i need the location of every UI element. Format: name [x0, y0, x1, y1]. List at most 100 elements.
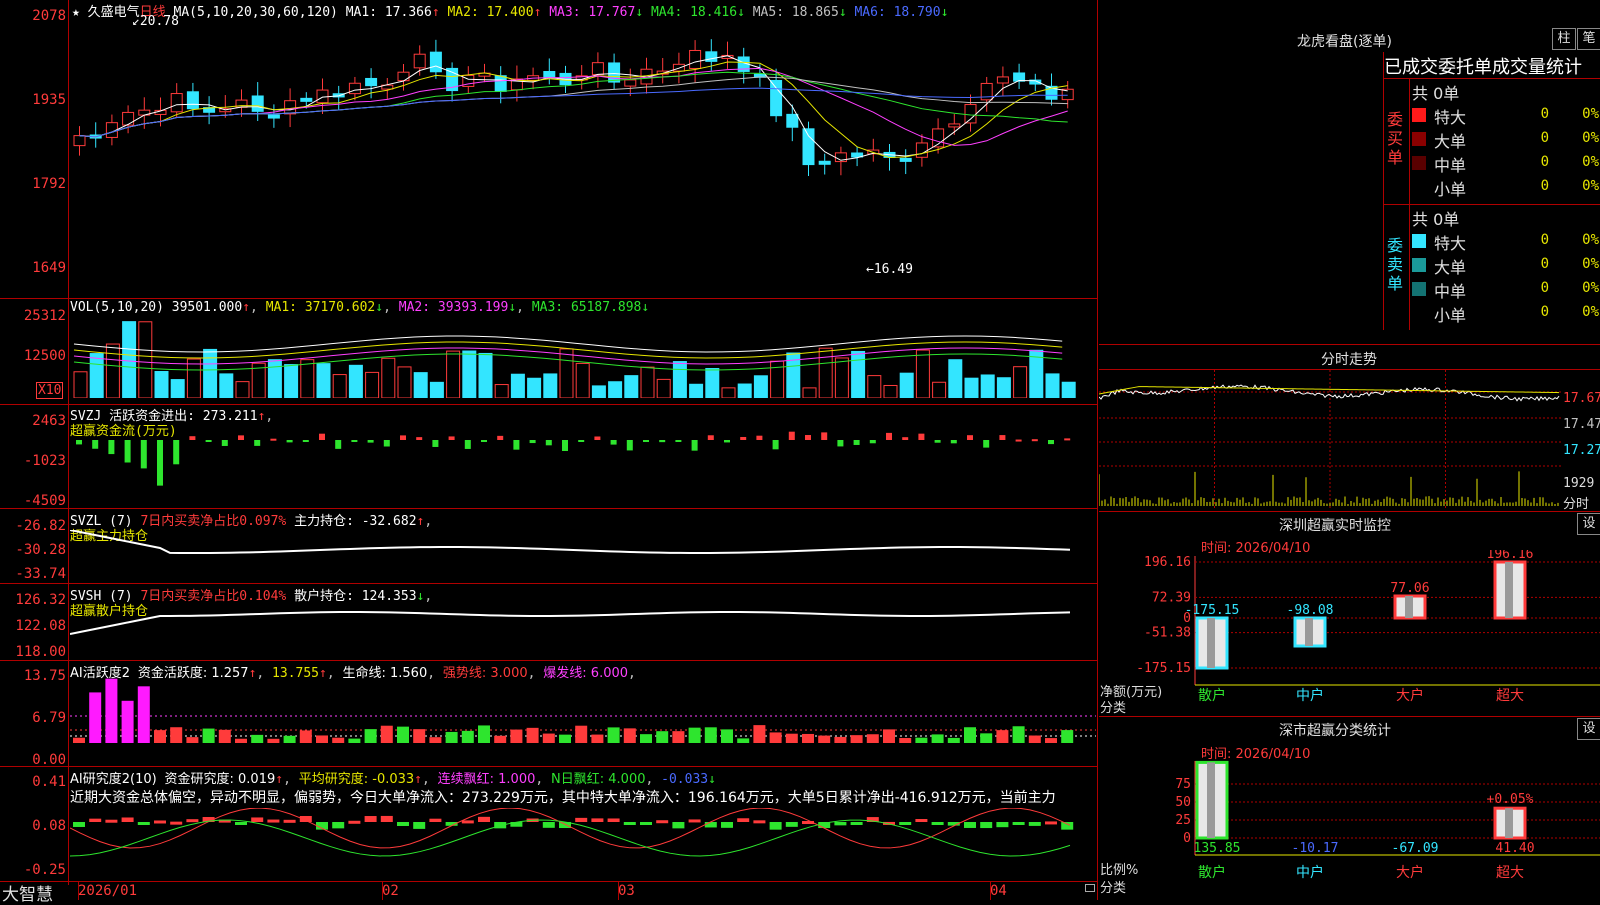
flow-bar: [756, 435, 763, 440]
category-label: 散户: [1198, 687, 1226, 704]
order-percent: 0%: [1582, 178, 1599, 194]
class-stats-bar-chart[interactable]: 75 50 25 0135.85 散户 -10.17 中户 -67.09 大户 41.40 超大 +0…: [1099, 755, 1600, 900]
realtime-settings-button[interactable]: 设: [1577, 513, 1600, 535]
panel-divider: [0, 766, 1098, 767]
realtime-x-label: 分类: [1100, 701, 1127, 716]
volume-bar: [332, 374, 347, 398]
order-percent: 0%: [1582, 106, 1599, 122]
activity-bar: [154, 730, 166, 743]
volume-bar: [656, 378, 671, 398]
bar-mode-button[interactable]: 柱: [1552, 28, 1576, 50]
bar-value-label: 135.85: [1194, 841, 1241, 856]
candle: [348, 82, 361, 95]
candlestick-chart[interactable]: [70, 16, 1096, 296]
activity-bar: [704, 727, 717, 743]
order-label: 小单: [1434, 180, 1467, 199]
class-settings-button[interactable]: 设: [1577, 718, 1600, 740]
ai-active-y-tick: 0.00: [32, 752, 66, 768]
intraday-vol-label: 分时: [1563, 497, 1590, 512]
volume-bar: [915, 349, 930, 398]
flow-bar: [626, 440, 633, 451]
category-label: 超大: [1496, 688, 1524, 704]
research-bar: [1045, 821, 1057, 825]
ai-research-y-tick: -0.25: [23, 862, 66, 878]
research-bar: [721, 822, 733, 828]
ai-research-y-tick: 0.08: [32, 818, 66, 834]
candle: [267, 114, 280, 119]
research-bar: [964, 822, 976, 828]
fund-flow-chart[interactable]: [70, 420, 1096, 506]
flow-bar: [707, 435, 714, 440]
panel-divider: [1099, 344, 1600, 345]
activity-bar: [429, 737, 442, 743]
volume-bar: [834, 357, 849, 398]
volume-bar: [413, 372, 428, 398]
volume-bar: [705, 368, 720, 398]
retail-holdings-chart[interactable]: [70, 604, 1096, 658]
activity-bar: [1045, 738, 1057, 743]
flow-bar: [967, 435, 973, 440]
activity-bar: [899, 738, 912, 743]
y-tick-label: 75: [1175, 777, 1191, 792]
research-bar: [1061, 822, 1074, 830]
activity-bar: [299, 730, 312, 743]
lock-icon[interactable]: [1085, 884, 1095, 892]
vol-header: VOL(5,10,20) 39501.000↑, MA1: 37170.602↓…: [70, 300, 650, 315]
activity-bar: [559, 734, 571, 743]
intraday-chart[interactable]: [1099, 370, 1561, 508]
y-tick-label: 0: [1183, 831, 1191, 846]
pen-mode-button[interactable]: 笔: [1577, 28, 1600, 50]
research-bar: [591, 818, 604, 822]
volume-bar: [219, 373, 234, 398]
activity-bar: [1028, 735, 1041, 743]
activity-bar: [218, 729, 231, 743]
research-bar: [154, 820, 166, 824]
flow-bar: [108, 440, 115, 455]
activity-bar: [202, 728, 215, 743]
candle: [786, 113, 799, 128]
volume-bar: [105, 343, 120, 398]
volume-bar: [348, 364, 363, 398]
ai-research-chart[interactable]: [70, 808, 1096, 880]
y-tick-label: -51.38: [1144, 626, 1191, 641]
svzj-y-tick: -4509: [23, 493, 66, 509]
activity-bar: [251, 734, 264, 743]
price-y-tick: 1792: [32, 176, 66, 192]
research-bar: [737, 818, 750, 822]
research-bar: [429, 818, 442, 822]
activity-bar: [607, 727, 620, 743]
dragon-tabs[interactable]: 已成交委托单成交量统计: [1384, 53, 1582, 79]
research-bar: [186, 819, 199, 823]
volume-bar: [818, 347, 833, 398]
volume-bar: [996, 377, 1011, 398]
volume-bar: [737, 383, 752, 398]
volume-bar: [284, 364, 299, 398]
volume-bar: [397, 366, 412, 398]
volume-chart[interactable]: [70, 314, 1096, 398]
research-bar: [785, 822, 798, 827]
flow-bar: [205, 440, 212, 442]
activity-bar: [461, 730, 474, 743]
activity-bar: [964, 727, 976, 743]
flow-bar: [724, 440, 730, 443]
panel-divider: [1099, 716, 1600, 717]
activity-bar: [267, 738, 280, 743]
volume-bar: [478, 352, 493, 398]
activity-bar: [397, 726, 409, 743]
realtime-bar-chart[interactable]: 196.1672.390-51.38-175.15-175.15散户-98.08…: [1099, 550, 1600, 710]
buy-total: 共 0单: [1412, 84, 1460, 103]
activity-bar: [640, 734, 652, 743]
main-holdings-chart[interactable]: [70, 530, 1096, 582]
activity-bar: [785, 733, 798, 743]
bar-highlight: [1305, 618, 1313, 646]
order-label: 特大: [1434, 234, 1467, 253]
activity-bar: [802, 733, 814, 743]
flow-bar: [1048, 440, 1054, 445]
ai-active-chart[interactable]: [70, 668, 1096, 765]
activity-bar: [1061, 730, 1074, 743]
activity-bar: [73, 737, 85, 743]
main-chart-area[interactable]: ★ 久盛电气日线 MA(5,10,20,30,60,120) MA1: 17.3…: [0, 0, 1098, 905]
candle: [494, 75, 507, 92]
price-y-tick: 2078: [32, 8, 66, 24]
flow-bar: [805, 435, 811, 440]
